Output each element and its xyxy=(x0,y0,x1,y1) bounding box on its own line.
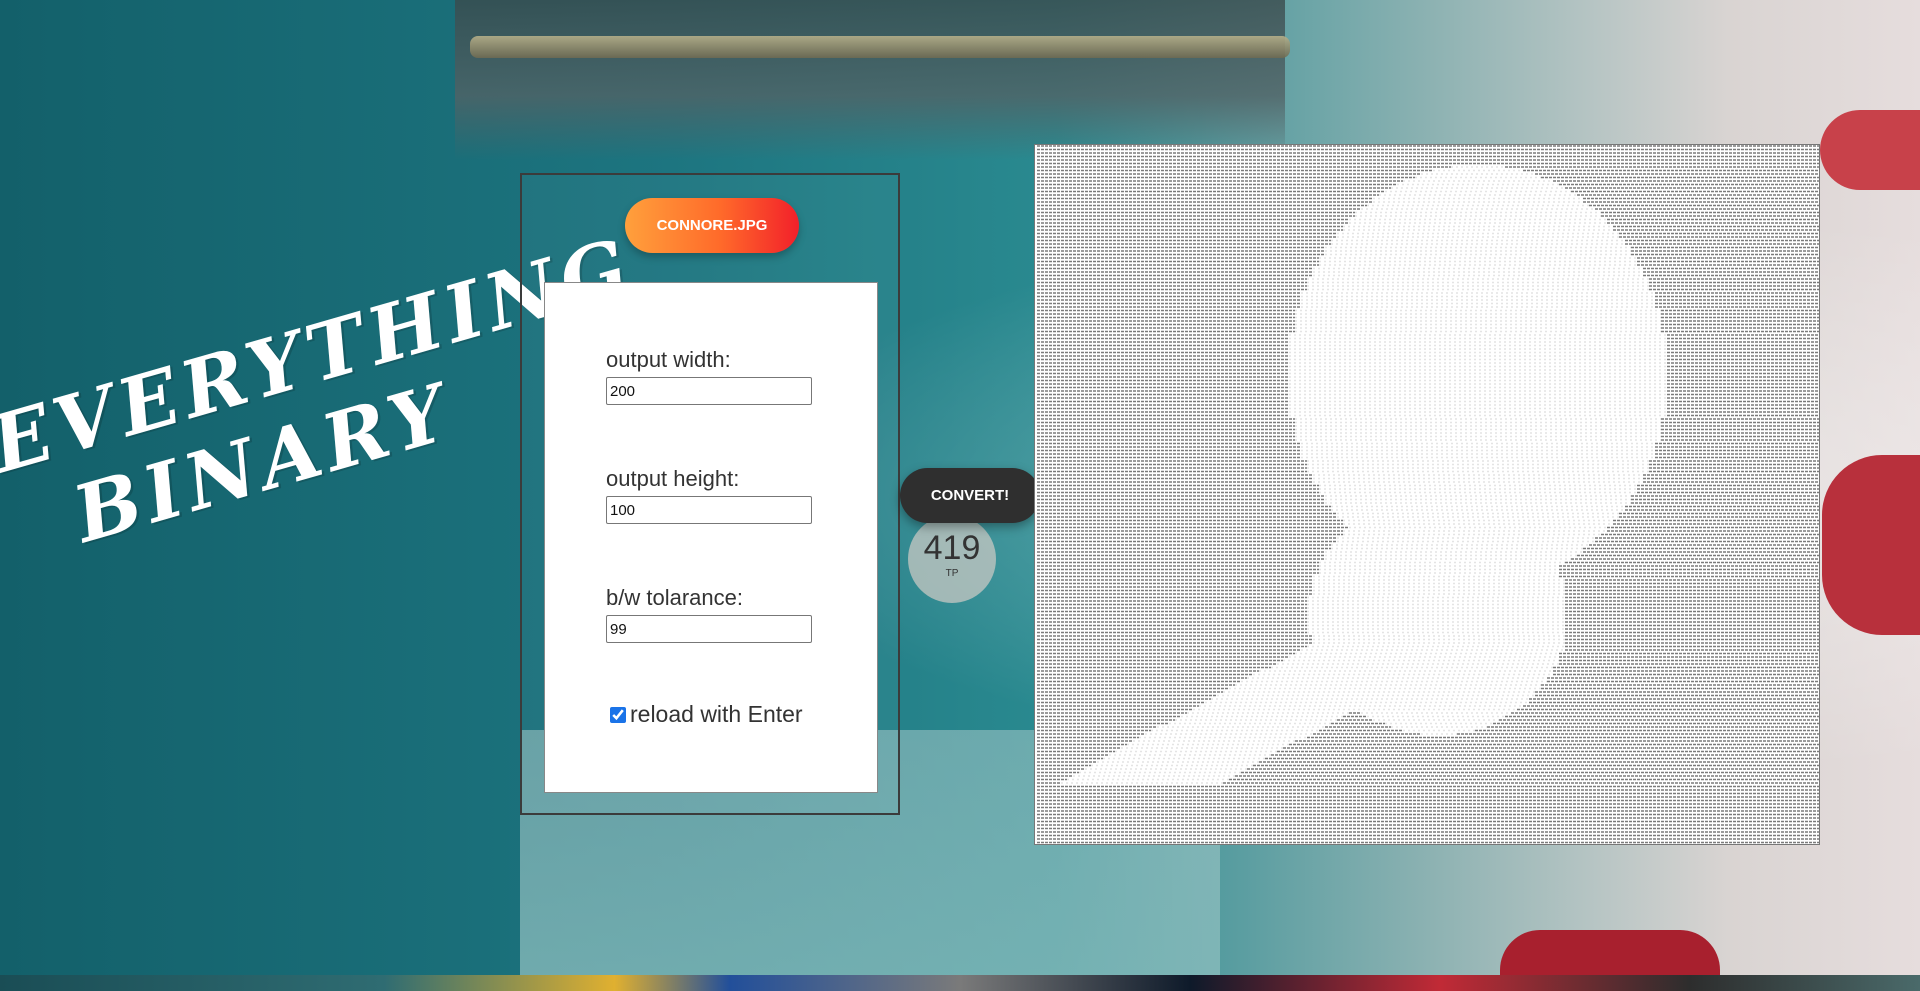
binary-output-image xyxy=(1034,144,1820,845)
output-height-input[interactable] xyxy=(606,496,812,524)
background-red-shape xyxy=(1820,110,1920,190)
background-ceiling xyxy=(455,0,1285,160)
binary-art-canvas xyxy=(1037,145,1819,844)
background-room-sign: 419 TP xyxy=(908,515,996,603)
reload-checkbox[interactable] xyxy=(610,706,626,723)
tolerance-input[interactable] xyxy=(606,615,812,643)
tolerance-field-group: b/w tolarance: xyxy=(606,585,816,643)
output-height-field-group: output height: xyxy=(606,466,816,524)
background-bottom-strip xyxy=(0,975,1920,991)
background-pipe xyxy=(470,36,1290,58)
output-width-input[interactable] xyxy=(606,377,812,405)
file-select-button[interactable]: CONNORE.JPG xyxy=(625,198,799,253)
output-width-label: output width: xyxy=(606,347,731,372)
output-height-label: output height: xyxy=(606,466,740,491)
settings-card: output width: output height: b/w tolaran… xyxy=(544,282,878,793)
reload-label: reload with Enter xyxy=(630,701,803,727)
tolerance-label: b/w tolarance: xyxy=(606,585,743,610)
output-width-field-group: output width: xyxy=(606,347,816,405)
background-red-shape xyxy=(1822,455,1920,635)
room-sign-sub: TP xyxy=(945,568,959,579)
room-sign-number: 419 xyxy=(923,529,981,567)
reload-option: reload with Enter xyxy=(610,701,803,728)
convert-button[interactable]: CONVERT! xyxy=(900,468,1040,523)
